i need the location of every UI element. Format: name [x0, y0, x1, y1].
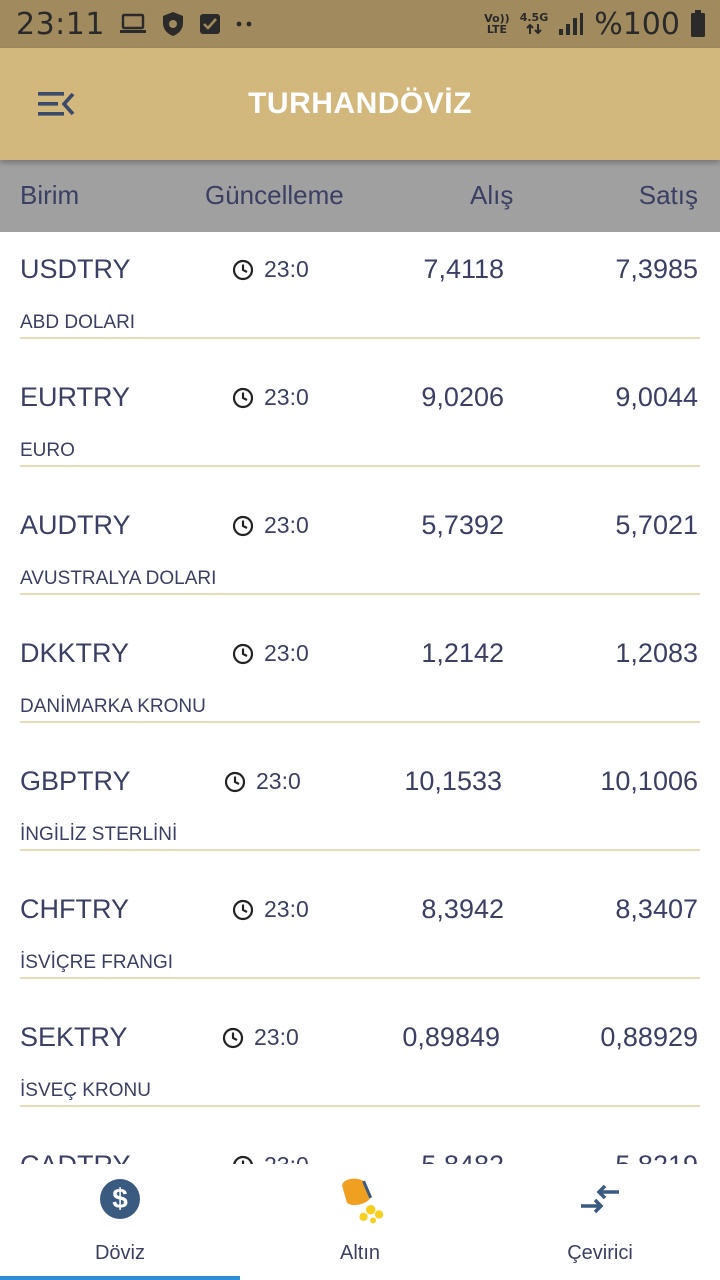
nav-item-cevirici[interactable]: Çevirici: [480, 1164, 720, 1280]
status-system-icons: Vo)) LTE 4.5G %100: [484, 7, 706, 42]
update-time: 23:0: [264, 512, 309, 538]
currency-name: İSVİÇRE FRANGI: [20, 952, 174, 973]
buy-price: 1,2142: [421, 638, 504, 668]
buy-price: 0,89849: [402, 1022, 500, 1052]
currency-code: GBPTRY: [20, 766, 131, 796]
clock-icon: [222, 1027, 244, 1048]
clock-icon: [232, 643, 254, 664]
currency-code: EURTRY: [20, 382, 131, 412]
row-divider: [20, 849, 700, 851]
shield-icon: [162, 12, 183, 36]
menu-button[interactable]: [36, 88, 76, 120]
buy-price: 10,1533: [404, 766, 502, 796]
row-divider: [20, 721, 700, 723]
row-divider: [20, 593, 700, 595]
sell-price: 9,0044: [615, 382, 698, 412]
currency-code: AUDTRY: [20, 510, 131, 540]
list-item[interactable]: GBPTRY 23:0 10,1533 10,1006 İNGİLİZ STER…: [0, 744, 720, 872]
buy-price: 9,0206: [421, 382, 504, 412]
currency-list[interactable]: USDTRY 23:0 7,4118 7,3985 ABD DOLARI EUR…: [0, 232, 720, 1164]
battery-icon: [691, 10, 705, 37]
row-divider: [20, 465, 700, 467]
clock-icon: [232, 899, 254, 920]
sell-price: 5,7021: [615, 510, 698, 540]
menu-collapse-icon: [38, 92, 75, 116]
nav-selected-indicator: [0, 1276, 240, 1280]
currency-name: DANİMARKA KRONU: [20, 696, 206, 717]
update-time: 23:0: [264, 896, 309, 922]
dollar-circle-icon: $: [100, 1179, 140, 1219]
bottom-navigation: $ Döviz Altın Çevirici: [0, 1164, 720, 1280]
currency-code: CADTRY: [20, 1150, 131, 1164]
status-notification-icons: [119, 11, 255, 37]
buy-price: 5,8482: [421, 1150, 504, 1164]
currency-name: ABD DOLARI: [20, 312, 136, 333]
list-item[interactable]: USDTRY 23:0 7,4118 7,3985 ABD DOLARI: [0, 232, 720, 360]
column-update: Güncelleme: [205, 180, 344, 210]
currency-name: AVUSTRALYA DOLARI: [20, 568, 217, 589]
list-item[interactable]: CADTRY 23:0 5,8482 5,8219: [0, 1128, 720, 1164]
update-time: 23:0: [256, 768, 301, 794]
update-time: 23:0: [264, 640, 309, 666]
currency-name: EURO: [20, 440, 75, 461]
svg-text:$: $: [112, 1183, 128, 1214]
sell-price: 7,3985: [615, 254, 698, 284]
list-item[interactable]: SEKTRY 23:0 0,89849 0,88929 İSVEÇ KRONU: [0, 1000, 720, 1128]
status-bar: 23:11 Vo)) LTE 4.5G %100: [0, 0, 720, 48]
currency-code: USDTRY: [20, 254, 131, 284]
update-time: 23:0: [264, 256, 309, 282]
converter-arrows-icon: [581, 1184, 619, 1214]
data-arrows-icon: [526, 23, 542, 34]
currency-name: İSVEÇ KRONU: [20, 1080, 151, 1101]
column-buy: Alış: [470, 180, 514, 210]
update-time: 23:0: [264, 1152, 309, 1164]
column-header: Birim Güncelleme Alış Satış: [0, 160, 720, 232]
signal-icon: [559, 13, 584, 35]
sell-price: 10,1006: [600, 766, 698, 796]
status-time: 23:11: [16, 6, 105, 42]
more-dots-icon: [236, 21, 252, 27]
nav-item-altin[interactable]: Altın: [240, 1164, 480, 1280]
row-divider: [20, 1105, 700, 1107]
currency-code: SEKTRY: [20, 1022, 128, 1052]
buy-price: 7,4118: [423, 254, 504, 284]
network-indicator: 4.5G: [520, 12, 548, 37]
column-unit: Birim: [20, 180, 80, 210]
column-sell: Satış: [638, 180, 698, 210]
clock-icon: [232, 259, 254, 280]
app-title: TURHANDÖVİZ: [248, 87, 472, 120]
nav-label: Altın: [339, 1242, 381, 1264]
sell-price: 5,8219: [615, 1150, 698, 1164]
nav-label: Döviz: [94, 1242, 145, 1264]
buy-price: 8,3942: [421, 894, 504, 924]
update-time: 23:0: [264, 384, 309, 410]
battery-percent: %100: [594, 6, 680, 42]
sell-price: 0,88929: [600, 1022, 698, 1052]
clock-icon: [232, 387, 254, 408]
laptop-icon: [119, 13, 146, 33]
list-item[interactable]: AUDTRY 23:0 5,7392 5,7021 AVUSTRALYA DOL…: [0, 488, 720, 616]
update-time: 23:0: [254, 1024, 299, 1050]
app-bar: TURHANDÖVİZ: [0, 48, 720, 160]
volte-indicator: Vo)) LTE: [484, 12, 510, 36]
nav-item-doviz[interactable]: $ Döviz: [0, 1164, 240, 1280]
gold-coins-icon: [342, 1178, 384, 1224]
list-item[interactable]: EURTRY 23:0 9,0206 9,0044 EURO: [0, 360, 720, 488]
clock-icon: [233, 1155, 253, 1164]
clock-icon: [224, 771, 246, 792]
list-item[interactable]: DKKTRY 23:0 1,2142 1,2083 DANİMARKA KRON…: [0, 616, 720, 744]
buy-price: 5,7392: [421, 510, 504, 540]
checkbox-icon: [199, 14, 220, 34]
nav-label: Çevirici: [567, 1242, 633, 1264]
currency-code: DKKTRY: [20, 638, 130, 668]
sell-price: 8,3407: [615, 894, 698, 924]
list-item[interactable]: CHFTRY 23:0 8,3942 8,3407 İSVİÇRE FRANGI: [0, 872, 720, 1000]
clock-icon: [232, 515, 254, 536]
currency-name: İNGİLİZ STERLİNİ: [20, 824, 178, 845]
sell-price: 1,2083: [615, 638, 698, 668]
currency-code: CHFTRY: [20, 894, 130, 924]
row-divider: [20, 977, 700, 979]
row-divider: [20, 337, 700, 339]
